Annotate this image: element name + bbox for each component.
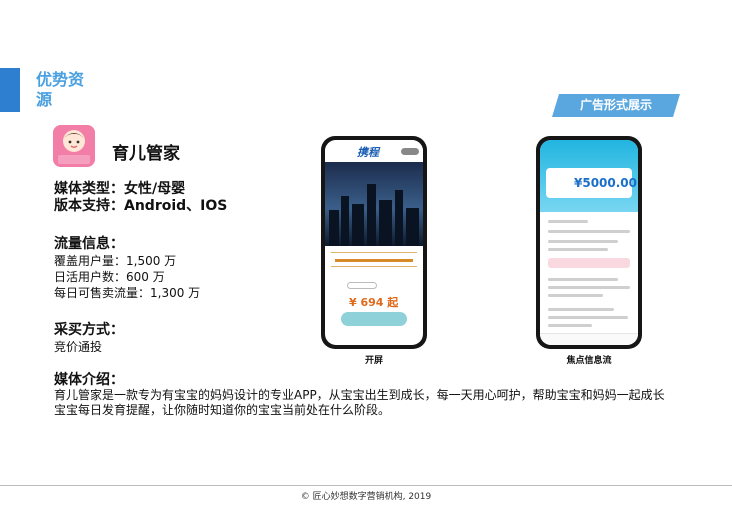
phone-splash-screen: 携程 ¥ 694 起 [325, 140, 423, 345]
phone-feed-mockup: ¥5000.00 [536, 136, 642, 349]
phone-feed-screen: ¥5000.00 [540, 140, 638, 345]
reminder-card [548, 258, 630, 268]
city-image [325, 162, 423, 246]
section-title: 优势资源 [36, 70, 85, 109]
ad-format-label: 广告形式展示 [579, 98, 652, 112]
intro-line-1: 育儿管家是一款专为有宝宝的妈妈设计的专业APP，从宝宝出生到成长，每一天用心呵护… [54, 388, 665, 402]
baby-face-icon [53, 125, 95, 167]
intro-line-2: 宝宝每日发育提醒，让你随时知道你的宝宝当前处在什么阶段。 [54, 403, 391, 417]
loan-card: ¥5000.00 [546, 168, 637, 198]
bottom-nav [540, 333, 638, 345]
book-button [341, 312, 407, 326]
hotel-banner [331, 252, 417, 267]
purchase-title: 采买方式： [54, 322, 124, 338]
app-name: 育儿管家 [112, 144, 180, 164]
traffic-line-coverage: 覆盖用户量：1,500 万 [54, 254, 177, 268]
section-accent-bar [0, 68, 20, 112]
traffic-line-sellable: 每日可售卖流量：1,300 万 [54, 286, 201, 300]
ad-format-banner: 广告形式展示 [552, 94, 680, 117]
platform-support: 版本支持：Android、IOS [54, 198, 228, 214]
traffic-line-dau: 日活用户数：600 万 [54, 270, 165, 284]
phone-splash-mockup: 携程 ¥ 694 起 [321, 136, 427, 349]
ctrip-logo: 携程 [357, 146, 379, 159]
purchase-value: 竞价通投 [54, 340, 103, 354]
footer-copyright: © 匠心妙想数字营销机构, 2019 [300, 492, 432, 502]
loan-amount: ¥5000.00 [574, 176, 638, 190]
hotel-price: ¥ 694 起 [349, 296, 399, 309]
skip-button [401, 148, 419, 155]
promo-tag [347, 282, 377, 289]
traffic-title: 流量信息： [54, 236, 124, 252]
phone-feed-label: 焦点信息流 [566, 356, 612, 366]
phone-splash-label: 开屏 [364, 356, 383, 366]
footer-divider [0, 485, 732, 486]
media-type: 媒体类型：女性/母婴 [54, 181, 186, 197]
